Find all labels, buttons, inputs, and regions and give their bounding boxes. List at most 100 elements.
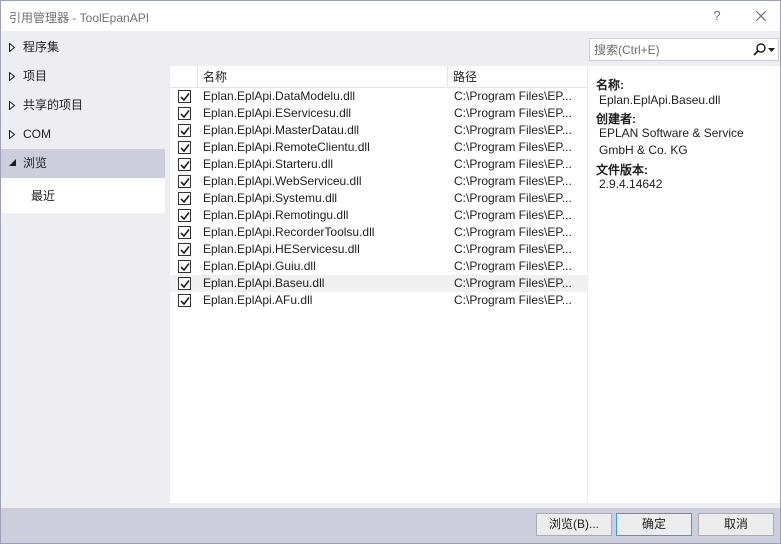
search-icon[interactable] (753, 43, 766, 56)
row-path: C:\Program Files\EP... (454, 208, 572, 222)
creator-value-line1: EPLAN Software & Service (599, 126, 744, 140)
dialog-footer: 浏览(B)... 确定 取消 (1, 508, 780, 543)
nav-subitem-label: 最近 (31, 189, 56, 203)
row-checkbox[interactable] (178, 175, 191, 188)
row-checkbox[interactable] (178, 260, 191, 273)
category-nav: 程序集 项目 共享的项目 COM 浏览 最近 (1, 31, 166, 509)
nav-item-label: 共享的项目 (23, 98, 84, 112)
expand-triangle-icon (9, 101, 15, 110)
table-row[interactable]: Eplan.EplApi.WebServiceu.dll C:\Program F… (170, 173, 587, 190)
cancel-button[interactable]: 取消 (698, 513, 774, 536)
nav-item-label: 程序集 (23, 40, 60, 54)
row-name: Eplan.EplApi.RemoteClientu.dll (203, 140, 370, 154)
row-name: Eplan.EplApi.Starteru.dll (203, 157, 334, 171)
table-row[interactable]: Eplan.EplApi.RemoteClientu.dll C:\Program… (170, 139, 587, 156)
row-path: C:\Program Files\EP... (454, 293, 572, 307)
checkmark-icon (180, 246, 190, 255)
row-checkbox[interactable] (178, 226, 191, 239)
checkmark-icon (180, 127, 190, 136)
checkmark-icon (180, 110, 190, 119)
column-header-label: 路径 (453, 70, 478, 84)
table-row[interactable]: Eplan.EplApi.DataModelu.dll C:\Program Fi… (170, 88, 587, 105)
checkmark-icon (180, 212, 190, 221)
row-checkbox[interactable] (178, 141, 191, 154)
table-row[interactable]: Eplan.EplApi.Remotingu.dll C:\Program Fil… (170, 207, 587, 224)
help-button[interactable]: ? (704, 5, 730, 27)
table-row[interactable]: Eplan.EplApi.HEServicesu.dll C:\Program F… (170, 241, 587, 258)
table-row[interactable]: Eplan.EplApi.Baseu.dll C:\Program Files\E… (170, 275, 587, 292)
nav-item-label: COM (23, 127, 51, 141)
reference-list: 名称 路径 Eplan.EplApi.DataModelu.dll C:\Prog… (170, 66, 587, 503)
reference-manager-window: 引用管理器 - ToolEpanAPI ? 程序集 项目 共享的项目 COM 浏… (0, 0, 781, 544)
table-row[interactable]: Eplan.EplApi.RecorderToolsu.dll C:\Progra… (170, 224, 587, 241)
column-header-label: 名称 (203, 70, 228, 84)
row-path: C:\Program Files\EP... (454, 140, 572, 154)
checkmark-icon (180, 195, 190, 204)
nav-item-browse[interactable]: 浏览 (1, 149, 165, 178)
row-checkbox[interactable] (178, 107, 191, 120)
close-button[interactable] (748, 5, 774, 27)
ok-button[interactable]: 确定 (616, 513, 692, 536)
expand-triangle-icon (9, 130, 15, 139)
table-row[interactable]: Eplan.EplApi.MasterDatau.dll C:\Program F… (170, 122, 587, 139)
window-title: 引用管理器 - ToolEpanAPI (9, 11, 150, 25)
row-path: C:\Program Files\EP... (454, 259, 572, 273)
row-path: C:\Program Files\EP... (454, 89, 572, 103)
expand-triangle-icon (9, 72, 15, 81)
checkmark-icon (180, 144, 190, 153)
table-row[interactable]: Eplan.EplApi.AFu.dll C:\Program Files\EP.… (170, 292, 587, 309)
checkmark-icon (180, 178, 190, 187)
help-icon: ? (713, 8, 721, 23)
table-row[interactable]: Eplan.EplApi.Systemu.dll C:\Program Files… (170, 190, 587, 207)
column-header-check[interactable] (170, 66, 198, 88)
checkmark-icon (180, 297, 190, 306)
browse-button[interactable]: 浏览(B)... (536, 513, 612, 536)
row-checkbox[interactable] (178, 294, 191, 307)
row-path: C:\Program Files\EP... (454, 242, 572, 256)
checkmark-icon (180, 280, 190, 289)
name-value: Eplan.EplApi.Baseu.dll (599, 93, 721, 107)
checkmark-icon (180, 263, 190, 272)
checkmark-icon (180, 93, 190, 102)
row-path: C:\Program Files\EP... (454, 225, 572, 239)
row-path: C:\Program Files\EP... (454, 276, 572, 290)
row-path: C:\Program Files\EP... (454, 123, 572, 137)
row-checkbox[interactable] (178, 277, 191, 290)
row-path: C:\Program Files\EP... (454, 106, 572, 120)
table-row[interactable]: Eplan.EplApi.EServicesu.dll C:\Program Fi… (170, 105, 587, 122)
expand-triangle-icon (9, 43, 15, 52)
row-name: Eplan.EplApi.WebServiceu.dll (203, 174, 362, 188)
row-checkbox[interactable] (178, 124, 191, 137)
row-checkbox[interactable] (178, 192, 191, 205)
row-checkbox[interactable] (178, 90, 191, 103)
close-icon (755, 10, 767, 22)
nav-subitem-recent[interactable]: 最近 (1, 178, 165, 213)
search-box (589, 38, 779, 61)
row-checkbox[interactable] (178, 243, 191, 256)
file-version-value: 2.9.4.14642 (599, 177, 663, 191)
table-row[interactable]: Eplan.EplApi.Guiu.dll C:\Program Files\EP… (170, 258, 587, 275)
row-name: Eplan.EplApi.HEServicesu.dll (203, 242, 360, 256)
row-name: Eplan.EplApi.Systemu.dll (203, 191, 338, 205)
search-input[interactable] (590, 39, 745, 60)
title-bar: 引用管理器 - ToolEpanAPI ? (1, 1, 780, 31)
chevron-down-icon[interactable] (768, 48, 775, 52)
row-checkbox[interactable] (178, 209, 191, 222)
row-checkbox[interactable] (178, 158, 191, 171)
nav-item-com[interactable]: COM (1, 120, 165, 149)
column-header-name[interactable]: 名称 (198, 66, 448, 88)
row-path: C:\Program Files\EP... (454, 191, 572, 205)
table-row[interactable]: Eplan.EplApi.Starteru.dll C:\Program File… (170, 156, 587, 173)
details-panel: 名称: Eplan.EplApi.Baseu.dll 创建者: EPLAN So… (588, 66, 780, 503)
nav-item-label: 项目 (23, 69, 48, 83)
nav-item-assemblies[interactable]: 程序集 (1, 33, 165, 62)
creator-value-line2: GmbH & Co. KG (599, 143, 688, 157)
nav-item-shared-projects[interactable]: 共享的项目 (1, 91, 165, 120)
nav-item-projects[interactable]: 项目 (1, 62, 165, 91)
checkmark-icon (180, 229, 190, 238)
row-name: Eplan.EplApi.MasterDatau.dll (203, 123, 360, 137)
column-header-path[interactable]: 路径 (448, 66, 587, 88)
name-label: 名称: (596, 78, 624, 92)
row-name: Eplan.EplApi.Baseu.dll (203, 276, 325, 290)
row-path: C:\Program Files\EP... (454, 174, 572, 188)
